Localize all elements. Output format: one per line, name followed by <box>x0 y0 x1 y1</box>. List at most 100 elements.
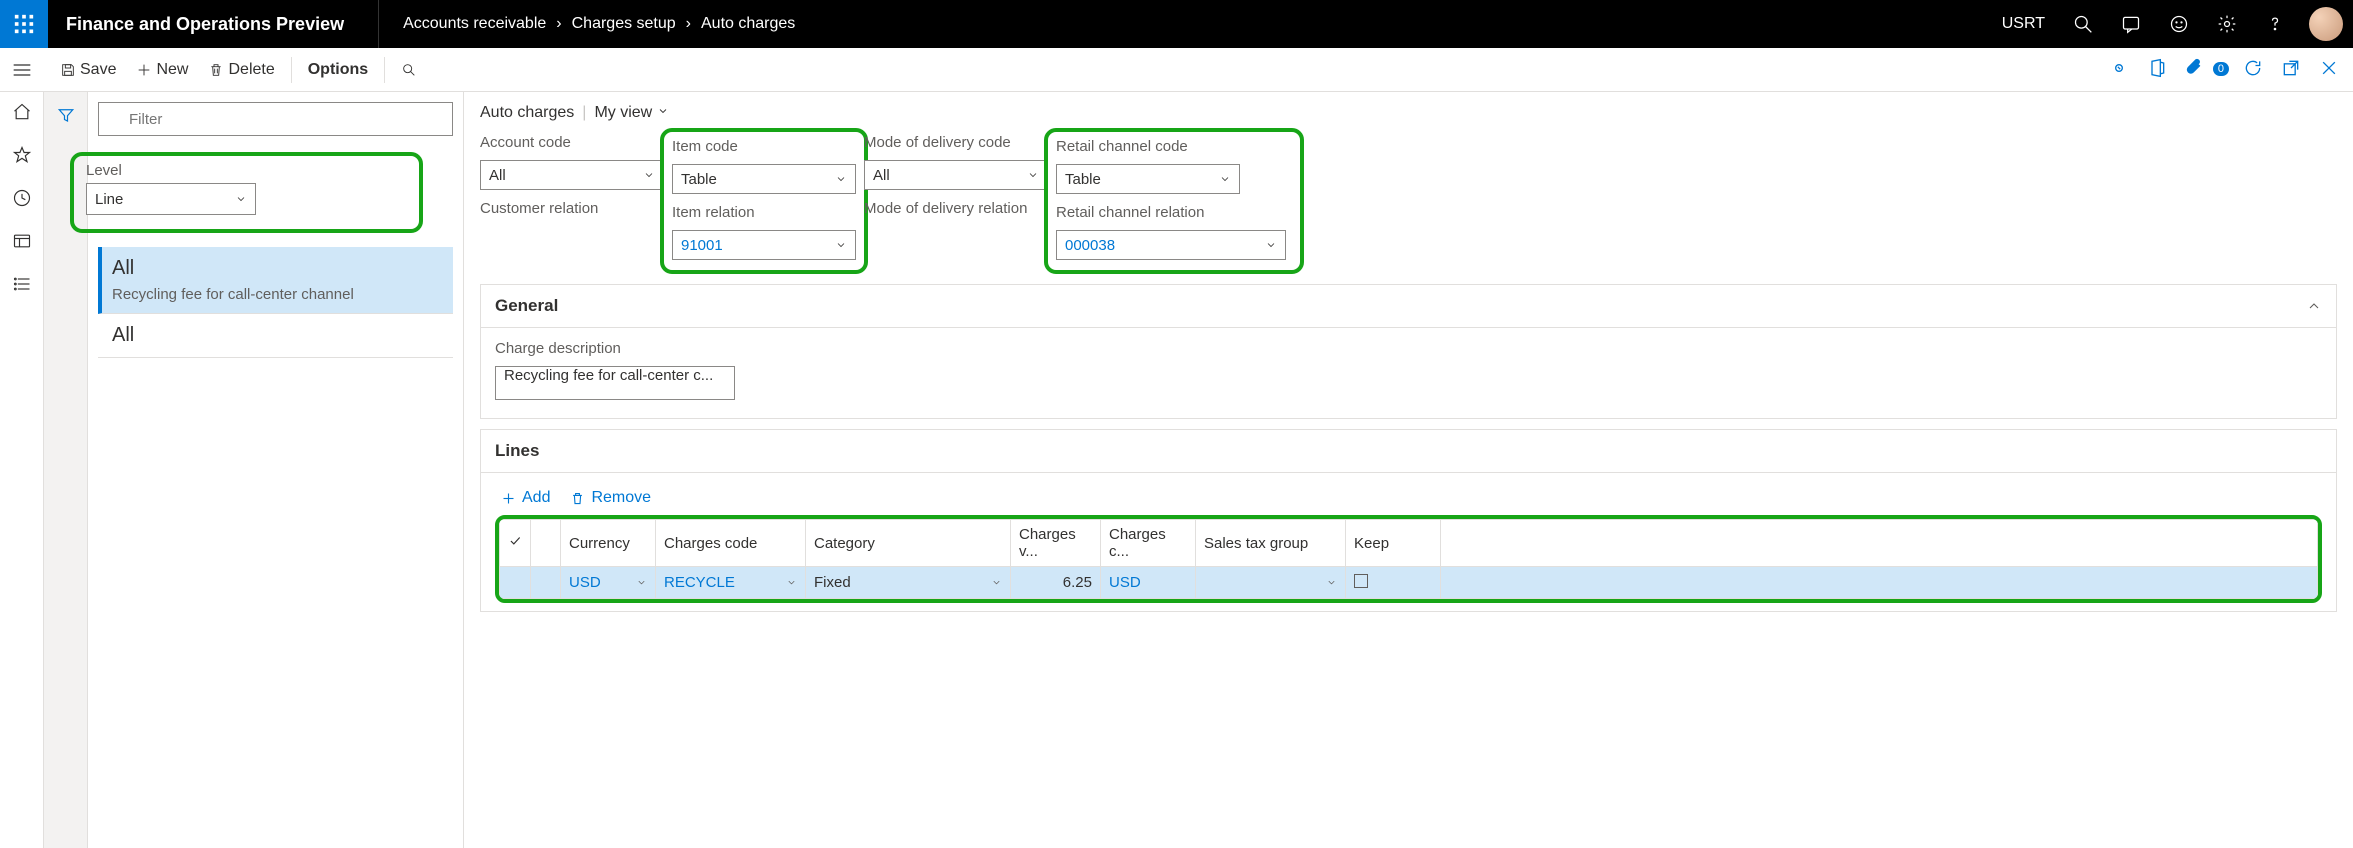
col-charges-code[interactable]: Charges code <box>656 520 806 567</box>
cell-sales-tax[interactable] <box>1196 567 1346 599</box>
add-line-button[interactable]: Add <box>501 489 550 507</box>
chevron-down-icon <box>835 239 847 251</box>
filter-icon <box>57 106 75 124</box>
options-button[interactable]: Options <box>298 55 378 85</box>
new-button[interactable]: New <box>126 55 198 85</box>
col-category[interactable]: Category <box>806 520 1011 567</box>
level-highlight: Level Line <box>70 152 423 233</box>
view-switcher[interactable]: My view <box>594 104 668 122</box>
nav-modules[interactable] <box>12 274 32 297</box>
help-button[interactable] <box>2251 0 2299 48</box>
nav-toggle[interactable] <box>0 48 44 92</box>
channel-relation-dropdown[interactable]: 000038 <box>1056 230 1286 260</box>
app-title: Finance and Operations Preview <box>48 0 379 48</box>
col-currency[interactable]: Currency <box>561 520 656 567</box>
item-code-dropdown[interactable]: Table <box>672 164 856 194</box>
channel-code-dropdown[interactable]: Table <box>1056 164 1240 194</box>
filter-toggle[interactable] <box>57 106 75 127</box>
action-bar: Save New Delete Options 0 <box>0 48 2353 92</box>
delivery-relation-field <box>864 226 1048 256</box>
hamburger-icon <box>12 62 32 78</box>
list-item[interactable]: All <box>98 314 453 358</box>
chat-icon <box>2121 14 2141 34</box>
search-button[interactable] <box>2059 0 2107 48</box>
nav-recent[interactable] <box>12 188 32 211</box>
remove-line-button[interactable]: Remove <box>570 489 651 507</box>
chevron-up-icon <box>2306 298 2322 314</box>
star-icon <box>12 145 32 165</box>
cell-charges-code[interactable]: RECYCLE <box>656 567 806 599</box>
select-all-checkbox[interactable] <box>500 520 531 567</box>
grid-row[interactable]: USD RECYCLE Fixed 6.25 USD <box>500 567 2318 599</box>
attachments-button[interactable]: 0 <box>2185 58 2225 81</box>
charge-desc-input[interactable]: Recycling fee for call-center c... <box>495 366 735 400</box>
cell-charges-value[interactable]: 6.25 <box>1011 567 1101 599</box>
user-avatar[interactable] <box>2309 7 2343 41</box>
remove-label: Remove <box>591 489 651 507</box>
lines-section-header[interactable]: Lines <box>480 429 2337 473</box>
view-label: My view <box>594 104 652 121</box>
close-button[interactable] <box>2319 58 2339 81</box>
level-dropdown[interactable]: Line <box>86 183 256 215</box>
separator: | <box>582 104 586 122</box>
plus-icon <box>136 62 152 78</box>
row-select[interactable] <box>500 567 531 599</box>
main-pane: Auto charges | My view Account code All <box>464 92 2353 848</box>
filter-input[interactable] <box>98 102 453 136</box>
search-icon <box>2073 14 2093 34</box>
save-button[interactable]: Save <box>50 55 126 85</box>
page-title: Auto charges <box>480 104 574 122</box>
company-code[interactable]: USRT <box>1988 15 2059 33</box>
nav-workspaces[interactable] <box>12 231 32 254</box>
channel-code-label: Retail channel code <box>1056 138 1240 160</box>
col-charges-value[interactable]: Charges v... <box>1011 520 1101 567</box>
workspace-icon <box>12 231 32 251</box>
account-code-dropdown[interactable]: All <box>480 160 664 190</box>
delivery-code-label: Mode of delivery code <box>864 134 1048 156</box>
delete-button[interactable]: Delete <box>198 55 284 85</box>
breadcrumb-item[interactable]: Charges setup <box>572 15 676 33</box>
nav-home[interactable] <box>12 102 32 125</box>
level-label: Level <box>86 162 407 179</box>
item-code-label: Item code <box>672 138 856 160</box>
action-search-button[interactable] <box>391 56 427 84</box>
item-relation-label: Item relation <box>672 204 856 226</box>
refresh-icon <box>2243 58 2263 78</box>
cell-currency[interactable]: USD <box>561 567 656 599</box>
cell-category[interactable]: Fixed <box>806 567 1011 599</box>
messages-button[interactable] <box>2107 0 2155 48</box>
list-item[interactable]: All Recycling fee for call-center channe… <box>98 247 453 314</box>
general-section-body: Charge description Recycling fee for cal… <box>480 328 2337 419</box>
customer-relation-field <box>480 226 664 256</box>
settings-button[interactable] <box>2203 0 2251 48</box>
channel-highlight: Retail channel code Table Retail channel… <box>1044 128 1304 274</box>
col-charges-currency[interactable]: Charges c... <box>1101 520 1196 567</box>
popout-button[interactable] <box>2281 58 2301 81</box>
item-relation-dropdown[interactable]: 91001 <box>672 230 856 260</box>
lines-grid: Currency Charges code Category Charges v… <box>499 519 2318 599</box>
breadcrumb-item[interactable]: Accounts receivable <box>403 15 546 33</box>
breadcrumb-item[interactable]: Auto charges <box>701 15 795 33</box>
clock-icon <box>12 188 32 208</box>
keep-checkbox[interactable] <box>1354 574 1368 588</box>
cell-keep[interactable] <box>1346 567 1441 599</box>
chevron-down-icon <box>1326 577 1337 588</box>
chevron-right-icon: › <box>686 15 691 33</box>
general-section-header[interactable]: General <box>480 284 2337 328</box>
plus-icon <box>501 491 516 506</box>
app-launcher[interactable] <box>0 0 48 48</box>
refresh-button[interactable] <box>2243 58 2263 81</box>
nav-favorites[interactable] <box>12 145 32 168</box>
office-button[interactable] <box>2147 58 2167 81</box>
link-button[interactable] <box>2109 58 2129 81</box>
delete-label: Delete <box>228 61 274 79</box>
search-icon <box>401 62 417 78</box>
chevron-right-icon: › <box>556 15 561 33</box>
row-marker-header <box>531 520 561 567</box>
col-sales-tax[interactable]: Sales tax group <box>1196 520 1346 567</box>
col-keep[interactable]: Keep <box>1346 520 1441 567</box>
cell-charges-currency[interactable]: USD <box>1101 567 1196 599</box>
feedback-button[interactable] <box>2155 0 2203 48</box>
delivery-code-dropdown[interactable]: All <box>864 160 1048 190</box>
trash-icon <box>570 491 585 506</box>
